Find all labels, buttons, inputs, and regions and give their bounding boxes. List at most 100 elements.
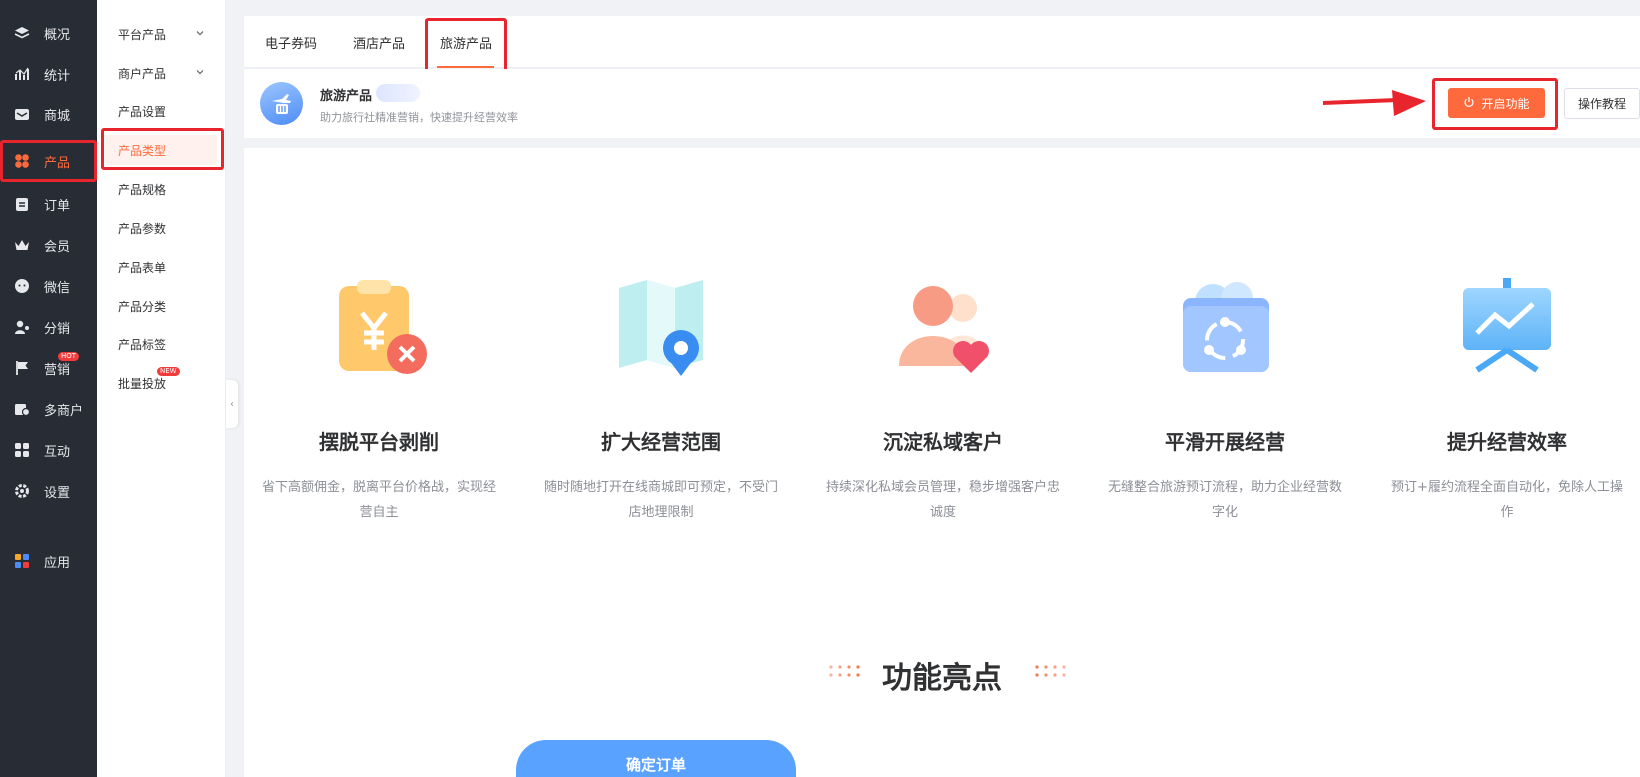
tutorial-label: 操作教程 <box>1577 97 1626 111</box>
nav-distribution[interactable]: 分销 <box>0 307 97 347</box>
nav-overview[interactable]: 概况 <box>0 13 97 53</box>
feature-description: 持续深化私域会员管理，稳步增强客户忠诚度 <box>825 480 1060 520</box>
submenu-label: 产品表单 <box>118 260 167 275</box>
chevron-down-icon <box>196 31 204 36</box>
nav-label: 概况 <box>44 27 71 43</box>
submenu-batch-launch[interactable]: 批量投放 NEW <box>97 365 226 401</box>
submenu-product-params[interactable]: 产品参数 <box>97 210 226 246</box>
nav-interaction[interactable]: 互动 <box>0 430 97 470</box>
nav-orders[interactable]: 订单 <box>0 184 97 224</box>
submenu-label: 产品设置 <box>118 104 167 119</box>
nav-product[interactable]: 产品 <box>0 140 97 182</box>
submenu-platform-products[interactable]: 平台产品 <box>97 16 226 52</box>
feature-title: 扩大经营范围 <box>601 430 721 454</box>
chevron-down-icon <box>196 70 204 75</box>
clover-icon <box>14 153 30 169</box>
nav-mall[interactable]: 商城 <box>0 94 97 134</box>
nav-multi-merchant[interactable]: 多商户 <box>0 389 97 429</box>
nav-marketing[interactable]: 营销 HOT <box>0 348 97 388</box>
airplane-luggage-icon <box>260 82 303 125</box>
highlights-title: 功能亮点 <box>882 661 1002 696</box>
tab-e-voucher[interactable]: 电子券码 <box>265 16 317 68</box>
hot-badge: HOT <box>58 352 80 361</box>
submenu-product-settings[interactable]: 产品设置 <box>97 93 226 129</box>
trend-board-icon <box>1463 278 1551 373</box>
feature-title: 摆脱平台剥削 <box>319 430 439 454</box>
feature-description: 随时随地打开在线商城即可预定，不受门店地理限制 <box>543 480 778 520</box>
annotation-arrow-icon <box>1322 90 1426 116</box>
product-title: 旅游产品 <box>320 89 373 104</box>
nav-settings[interactable]: 设置 <box>0 471 97 511</box>
annotation-box-enable-button <box>1432 78 1558 130</box>
submenu-product-forms[interactable]: 产品表单 <box>97 249 226 285</box>
loyal-customer-icon <box>899 286 989 373</box>
gear-icon <box>14 483 30 499</box>
tab-label: 电子券码 <box>265 36 318 52</box>
nav-label: 应用 <box>44 555 71 571</box>
new-badge: NEW <box>157 367 180 376</box>
flag-icon <box>14 360 30 376</box>
feature-description: 省下高额佣金，脱离平台价格战，实现经营自主 <box>261 480 496 520</box>
feature-title: 沉淀私域客户 <box>883 430 1003 454</box>
product-tag-blurred <box>376 84 420 102</box>
product-submenu: 平台产品 商户产品 产品设置 产品类型 产品规格 产品参数 产品表单 产品分类 … <box>97 0 226 777</box>
apps-icon <box>14 553 30 569</box>
layers-icon <box>14 25 30 41</box>
grid-icon <box>14 442 30 458</box>
feature-title: 平滑开展经营 <box>1165 430 1285 454</box>
feature-title: 提升经营效率 <box>1447 430 1567 454</box>
user-share-icon <box>14 319 30 335</box>
feature-description: 预订+履约流程全面自动化，免除人工操作 <box>1391 480 1623 520</box>
submenu-product-tags[interactable]: 产品标签 <box>97 326 226 362</box>
tutorial-button[interactable]: 操作教程 <box>1564 88 1640 119</box>
submenu-label: 产品规格 <box>118 182 167 197</box>
confirm-order-label: 确定订单 <box>625 756 686 774</box>
product-description: 助力旅行社精准营销，快速提升经营效率 <box>320 111 518 124</box>
nav-label: 商城 <box>44 108 71 124</box>
top-gap <box>226 0 1640 16</box>
nav-label: 微信 <box>44 280 71 296</box>
nav-apps[interactable]: 应用 <box>0 541 97 581</box>
submenu-label: 产品分类 <box>118 299 167 314</box>
nav-label: 分销 <box>44 321 71 337</box>
nav-wechat[interactable]: 微信 <box>0 266 97 306</box>
submenu-product-specs[interactable]: 产品规格 <box>97 171 226 207</box>
cloud-sync-icon <box>1183 282 1269 372</box>
chat-icon <box>14 278 30 294</box>
nav-stats[interactable]: 统计 <box>0 54 97 94</box>
nav-label: 统计 <box>44 68 71 84</box>
main-sidebar: 概况 统计 商城 产品 订单 会员 微信 分销 营销 HOT 多商户 互动 设置… <box>0 0 97 777</box>
collapse-handle[interactable]: ‹ <box>226 380 238 428</box>
confirm-order-preview: 确定订单 <box>516 740 796 777</box>
nav-label: 多商户 <box>44 403 84 419</box>
submenu-merchant-products[interactable]: 商户产品 <box>97 55 226 91</box>
chart-icon <box>14 66 30 82</box>
submenu-label: 产品参数 <box>118 221 167 236</box>
voucher-cancel-icon <box>339 280 427 374</box>
clipboard-icon <box>14 196 30 212</box>
map-pin-icon <box>619 280 703 376</box>
tab-hotel-products[interactable]: 酒店产品 <box>353 16 405 68</box>
decor-dots-right <box>1035 665 1066 677</box>
nav-label: 会员 <box>44 239 71 255</box>
store-icon <box>14 401 30 417</box>
annotation-box-product-type <box>101 128 224 170</box>
product-header: 旅游产品 助力旅行社精准营销，快速提升经营效率 <box>244 69 1640 138</box>
submenu-label: 批量投放 <box>118 376 167 391</box>
annotation-box-travel-tab <box>425 18 507 76</box>
submenu-label: 平台产品 <box>118 27 167 42</box>
submenu-label: 商户产品 <box>118 66 167 81</box>
mail-icon <box>14 106 30 122</box>
nav-members[interactable]: 会员 <box>0 225 97 265</box>
feature-showcase: 摆脱平台剥削 省下高额佣金，脱离平台价格战，实现经营自主 扩大经营范围 随时随地… <box>244 148 1640 777</box>
nav-label: 产品 <box>44 155 71 171</box>
submenu-label: 产品标签 <box>118 337 167 352</box>
tab-label: 酒店产品 <box>353 36 406 52</box>
submenu-product-categories[interactable]: 产品分类 <box>97 288 226 324</box>
nav-label: 互动 <box>44 444 71 460</box>
feature-description: 无缝整合旅游预订流程，助力企业经营数字化 <box>1107 480 1342 520</box>
nav-label: 订单 <box>44 198 71 214</box>
crown-icon <box>14 237 30 253</box>
nav-label: 设置 <box>44 485 71 501</box>
nav-label: 营销 <box>44 362 71 378</box>
